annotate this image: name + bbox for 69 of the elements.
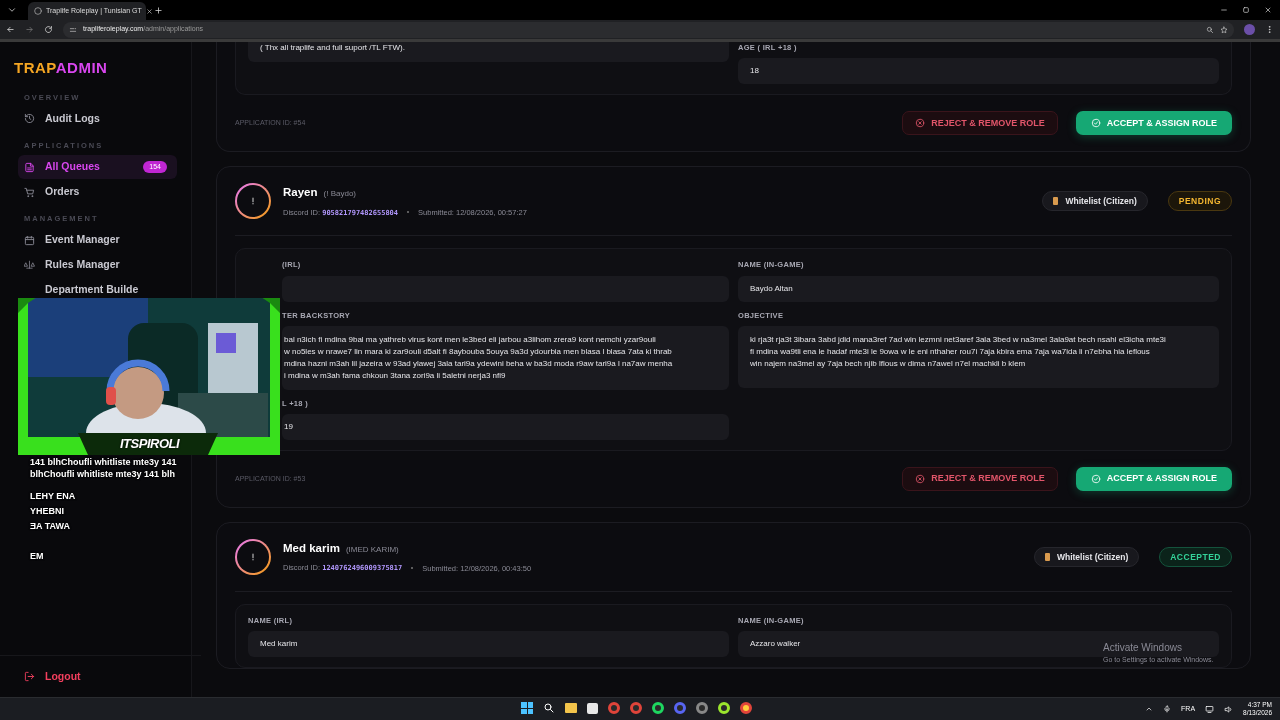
category-tag: Whitelist (Citizen) xyxy=(1042,191,1148,212)
history-icon xyxy=(24,113,35,125)
chat-message: ƎA TAWA xyxy=(30,520,70,533)
document-icon xyxy=(24,161,35,173)
field-value: Med karim xyxy=(248,631,729,658)
scroll-icon xyxy=(1053,197,1059,206)
field-value: ( Thx all traplife and full suport /TL FTW). xyxy=(248,42,729,62)
nav-item[interactable]: Event Manager xyxy=(18,228,177,253)
status-badge: PENDING xyxy=(1167,191,1232,212)
chat-message: LEHY ENA xyxy=(30,490,76,503)
back-icon[interactable] xyxy=(6,25,15,34)
new-tab-icon[interactable] xyxy=(154,6,163,15)
field-value: ki rja3t rja3t 3ibara 3abd jdid mana3ref 7ad win lezmni net3aref 3ala 3bed w na3mel 3ala9at bech nsahl el3icha mte3i fi mdina wa9tli ena le hadaf mte3i le 9owa w le eni nthaher rou7i 7aja kbira ema 7aja wa7ida li n7ebha hia leflous win najem na3mel ay 7aja bech njib lflous w dima n7awel n7el machkli b klem xyxy=(738,325,1219,388)
speaker-icon[interactable] xyxy=(1224,704,1234,714)
microphone-icon[interactable] xyxy=(1163,705,1172,713)
applicant-alias: (IMED KARIM) xyxy=(345,544,399,557)
check-circle-icon xyxy=(1090,118,1101,129)
scroll-icon xyxy=(1044,553,1050,561)
category-tag: Whitelist (Citizen) xyxy=(1033,547,1140,567)
chat-message: EM xyxy=(30,550,44,563)
cart-icon xyxy=(24,186,35,198)
field-value: bal n3ich fi mdina 9bal ma yathreb virus kont men le3bed eli jarbou a3lihom zrera9 kont nemchi yzar9ouli w no5les w nrawe7 lin mara ki zar9ouli d5alt fi 8aybouba 5ouya 9a3d ydourbia men blasa l blasa 7ata ki thrab mdina hazni m3ah lil jazeira w 93ad ylawej 3ala tari9a ydewini beha w ba3d moda r9aw tari9a l na7aw menha i mdina w m3ah fama chkoun 3tana zori9a li 5aletni nerja3 nfi9 xyxy=(282,325,729,390)
chevron-up-icon[interactable] xyxy=(1145,705,1154,713)
applicant-name: Rayen xyxy=(283,185,318,201)
tab-list-icon[interactable] xyxy=(7,5,17,15)
search-icon[interactable] xyxy=(543,702,555,714)
music-app-icon[interactable] xyxy=(652,702,664,714)
calendar-icon xyxy=(24,234,35,246)
nav-item[interactable]: Orders xyxy=(18,180,177,204)
nav-item[interactable]: Department Builde xyxy=(18,278,177,303)
x-circle-icon xyxy=(915,118,926,129)
x-circle-icon xyxy=(915,474,926,484)
more-icon[interactable] xyxy=(1265,25,1274,34)
reload-icon[interactable] xyxy=(44,25,53,34)
globe-icon xyxy=(34,7,42,15)
chat-app-icon[interactable] xyxy=(674,702,686,714)
chat-message: blhChoufli whitliste mte3y 141 blh xyxy=(30,468,176,481)
scales-icon xyxy=(24,259,35,271)
nav-item[interactable]: Rules Manager xyxy=(18,253,177,278)
close-icon[interactable] xyxy=(1264,6,1272,14)
status-badge: ACCEPTED xyxy=(1159,547,1232,567)
restore-icon[interactable] xyxy=(1242,6,1250,14)
nav-item[interactable]: Audit Logs xyxy=(18,106,177,131)
activation-title: Activate Windows xyxy=(1103,641,1183,655)
logout-icon xyxy=(24,671,35,682)
zoom-icon[interactable] xyxy=(1206,25,1214,34)
field-value: 19 xyxy=(282,414,729,440)
reject-button[interactable]: REJECT & REMOVE ROLE xyxy=(902,111,1058,136)
app-icon[interactable] xyxy=(696,702,708,714)
field-value: Baydo Altan xyxy=(738,275,1219,302)
chat-message: YHEBNI xyxy=(30,505,64,518)
applicant-name: Med karim xyxy=(283,541,340,557)
reject-button[interactable]: REJECT & REMOVE ROLE xyxy=(902,467,1058,491)
chat-message: 141 blhChoufli whitliste mte3y 141 xyxy=(30,456,177,469)
site-info-icon xyxy=(69,25,77,34)
close-icon[interactable] xyxy=(145,7,153,15)
check-circle-icon xyxy=(1090,474,1101,484)
start-icon[interactable] xyxy=(521,702,533,714)
profile-avatar[interactable] xyxy=(1244,24,1255,35)
field-value: 18 xyxy=(738,58,1219,85)
store-icon[interactable] xyxy=(587,702,598,714)
media-app-icon[interactable] xyxy=(718,702,730,714)
applicant-alias: (! Baydo) xyxy=(323,188,356,201)
streamer-name: ITSPIROLI xyxy=(120,435,180,453)
forward-icon[interactable] xyxy=(25,25,34,34)
star-icon[interactable] xyxy=(1220,25,1228,34)
browser-icon[interactable] xyxy=(740,702,752,714)
logo: TRAPADMIN xyxy=(14,58,109,78)
monitor-icon[interactable] xyxy=(1205,704,1215,714)
